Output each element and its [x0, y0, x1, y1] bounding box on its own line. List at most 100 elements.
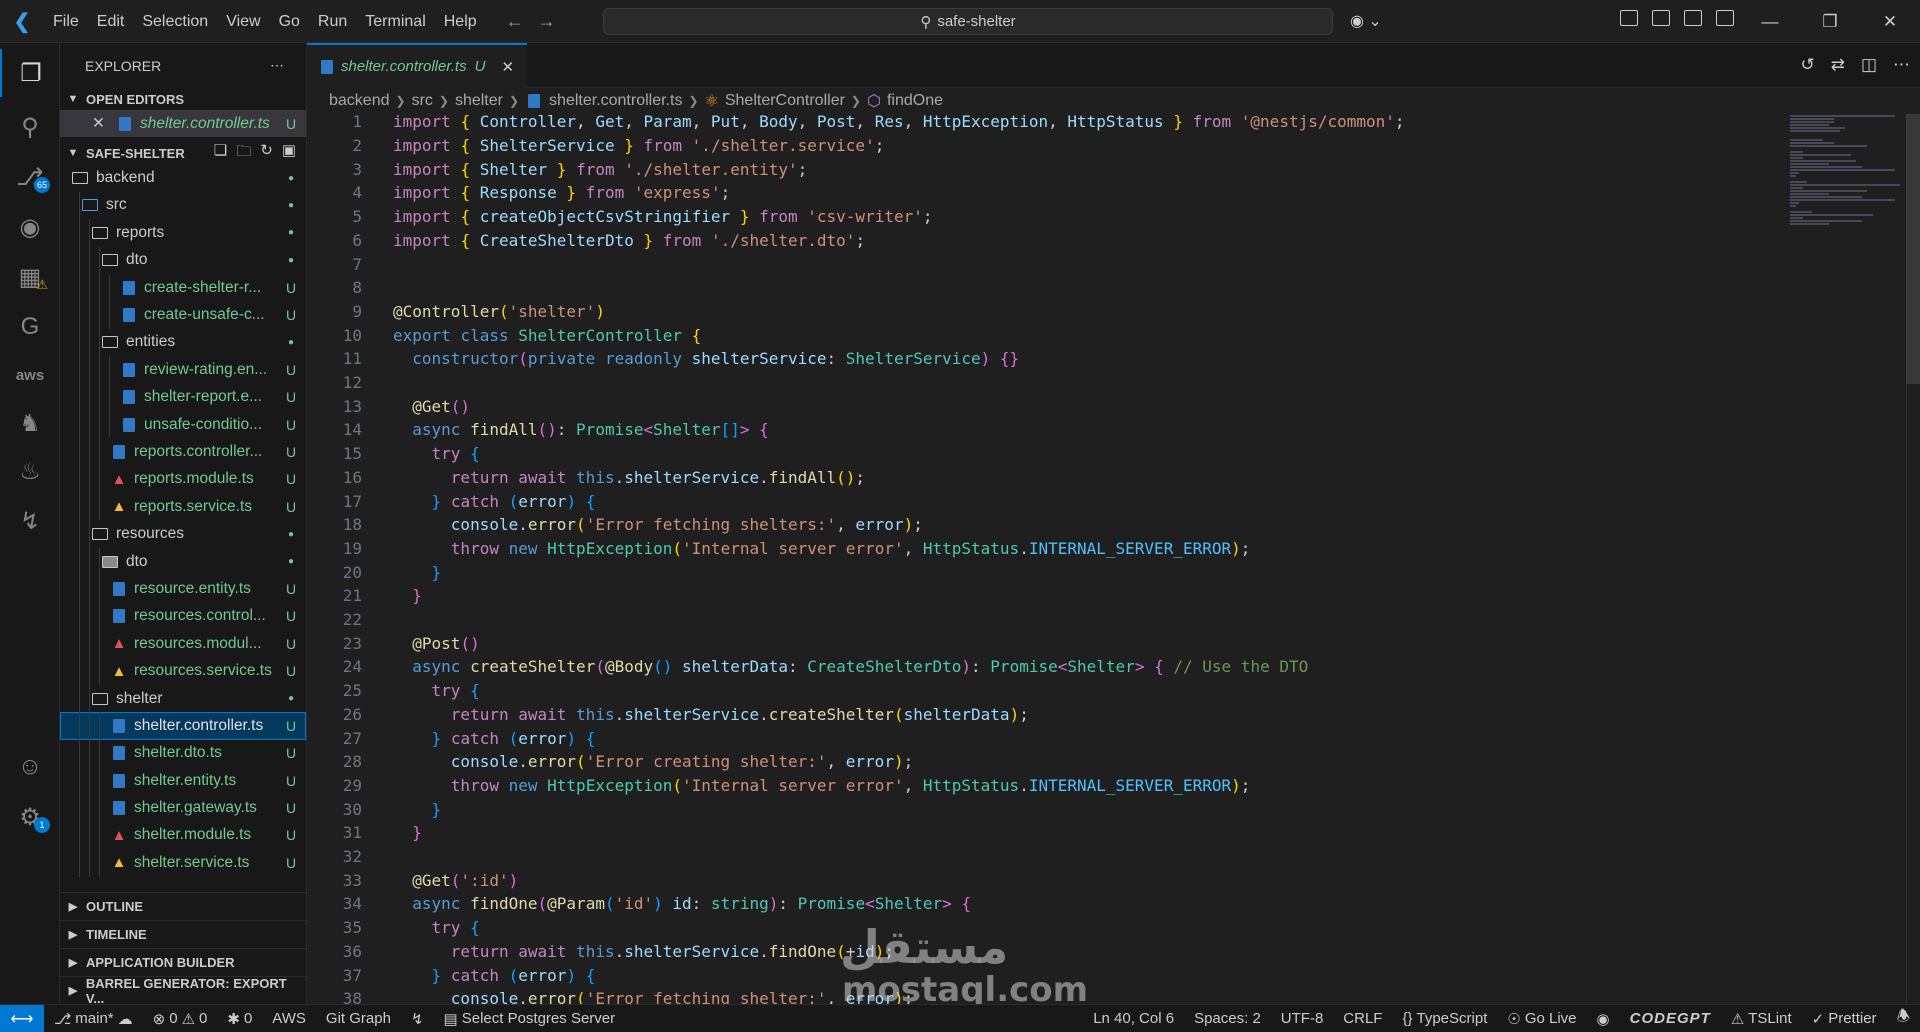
breadcrumb-method[interactable]: findOne — [887, 92, 943, 110]
application-builder-section[interactable]: ▶ APPLICATION BUILDER — [60, 948, 306, 976]
tree-item[interactable]: shelter.entity.ts U — [60, 766, 306, 795]
close-icon[interactable]: ✕ — [92, 114, 110, 133]
problems-status[interactable]: ⊗ 0 ⚠ 0 — [143, 1010, 218, 1028]
customize-layout-icon[interactable] — [1716, 10, 1734, 26]
open-editors-header[interactable]: ▼ OPEN EDITORS — [60, 88, 306, 110]
collapse-all-icon[interactable]: ▣ — [282, 141, 296, 166]
compare-changes-icon[interactable]: ⇄ — [1831, 55, 1845, 75]
postgres-icon[interactable]: ♞ — [0, 399, 60, 447]
ports-status[interactable]: ✱ 0 — [217, 1010, 262, 1028]
tree-item[interactable]: backend ● — [60, 164, 306, 191]
tslint-status[interactable]: ⚠ TSLint — [1721, 1006, 1802, 1031]
breadcrumb-file[interactable]: shelter.controller.ts — [549, 92, 682, 110]
breadcrumb-backend[interactable]: backend — [329, 92, 390, 110]
menu-file[interactable]: File — [44, 0, 88, 43]
code-editor[interactable]: 1 import { Controller, Get, Param, Put, B… — [307, 114, 1920, 1004]
toggle-secondary-sidebar-icon[interactable] — [1684, 10, 1702, 26]
prettier-status[interactable]: ✓ Prettier — [1802, 1006, 1887, 1031]
menu-view[interactable]: View — [217, 0, 269, 43]
tree-item[interactable]: create-unsafe-c... U — [60, 301, 306, 329]
tree-item[interactable]: shelter ● — [60, 684, 306, 713]
explorer-icon[interactable]: ❐ — [0, 49, 60, 97]
toggle-panel-icon[interactable] — [1652, 10, 1670, 26]
close-window-icon[interactable]: ✕ — [1860, 0, 1920, 43]
outline-section[interactable]: ▶ OUTLINE — [60, 892, 306, 920]
open-editor-item[interactable]: ✕ shelter.controller.ts U — [60, 110, 306, 138]
aws-status[interactable]: AWS — [262, 1010, 316, 1027]
more-actions-icon[interactable]: ⋯ — [270, 57, 284, 74]
aws-icon[interactable]: aws — [0, 351, 60, 399]
lightning-icon[interactable]: ↯ — [401, 1010, 434, 1028]
git-graph-status[interactable]: Git Graph — [316, 1010, 401, 1027]
menu-edit[interactable]: Edit — [88, 0, 134, 43]
indentation[interactable]: Spaces: 2 — [1184, 1006, 1271, 1031]
close-icon[interactable]: ✕ — [501, 58, 514, 76]
tree-item[interactable]: dto ● — [60, 246, 306, 274]
menu-go[interactable]: Go — [270, 0, 309, 43]
minimap[interactable] — [1790, 114, 1900, 284]
menu-run[interactable]: Run — [309, 0, 356, 43]
tree-item[interactable]: resources.control... U — [60, 602, 306, 631]
tree-item[interactable]: resource.entity.ts U — [60, 575, 306, 603]
tree-item[interactable]: ▲ shelter.module.ts U — [60, 821, 306, 850]
tree-item[interactable]: resources ● — [60, 520, 306, 548]
tree-item[interactable]: ▲ resources.modul... U — [60, 630, 306, 658]
copilot-status-icon[interactable]: ◉ — [1587, 1006, 1620, 1031]
scrollbar-thumb[interactable] — [1906, 114, 1920, 384]
new-folder-icon[interactable]: 🗀 — [236, 141, 251, 166]
genie-lamp-icon[interactable]: ♨ — [0, 447, 60, 495]
github-icon[interactable]: ◉ — [0, 203, 60, 251]
menu-terminal[interactable]: Terminal — [356, 0, 434, 43]
tree-item[interactable]: unsafe-conditio... U — [60, 410, 306, 439]
source-control-icon[interactable]: ⎇ 65 — [0, 153, 60, 201]
codegpt-status[interactable]: CODEGPT — [1620, 1006, 1721, 1031]
postgres-status[interactable]: ▤ Select Postgres Server — [434, 1010, 626, 1028]
tree-item[interactable]: reports ● — [60, 219, 306, 247]
end-of-line[interactable]: CRLF — [1333, 1006, 1392, 1031]
toggle-primary-sidebar-icon[interactable] — [1620, 10, 1638, 26]
tree-item[interactable]: src ● — [60, 191, 306, 220]
tree-item[interactable]: ▲ reports.module.ts U — [60, 465, 306, 494]
breadcrumb-class[interactable]: ShelterController — [725, 92, 845, 110]
back-arrow-icon[interactable]: ← — [506, 11, 524, 32]
split-editor-icon[interactable]: ◫ — [1861, 55, 1877, 75]
language-mode[interactable]: {} TypeScript — [1392, 1006, 1497, 1031]
tree-item[interactable]: review-rating.en... U — [60, 356, 306, 384]
copilot-icon[interactable]: ◉ ⌄ — [1350, 11, 1382, 31]
refresh-icon[interactable]: ↻ — [260, 141, 273, 166]
settings-gear-icon[interactable]: ⚙ 1 — [0, 793, 60, 841]
tree-item[interactable]: shelter.controller.ts U — [60, 712, 306, 740]
go-live[interactable]: ☉ Go Live — [1497, 1006, 1586, 1031]
tree-item[interactable]: shelter.gateway.ts U — [60, 794, 306, 822]
search-view-icon[interactable]: ⚲ — [0, 103, 60, 151]
notifications-bell-icon[interactable]: 🕭 — [1887, 1006, 1920, 1031]
minimize-icon[interactable]: — — [1740, 0, 1800, 43]
thunder-client-icon[interactable]: ↯ — [0, 497, 60, 545]
timeline-history-icon[interactable]: ↺ — [1800, 55, 1814, 75]
tree-item[interactable]: ▲ resources.service.ts U — [60, 657, 306, 685]
barrel-generator-section[interactable]: ▶ BARREL GENERATOR: EXPORT V... — [60, 976, 306, 1004]
menu-selection[interactable]: Selection — [133, 0, 217, 43]
branch-status[interactable]: ⎇ main* ☁ — [44, 1010, 143, 1028]
timeline-section[interactable]: ▶ TIMELINE — [60, 920, 306, 948]
encoding[interactable]: UTF-8 — [1271, 1006, 1334, 1031]
forward-arrow-icon[interactable]: → — [538, 11, 556, 32]
accounts-icon[interactable]: ☺ — [0, 743, 60, 791]
tab-shelter-controller[interactable]: shelter.controller.ts U ✕ — [307, 43, 527, 88]
breadcrumb-src[interactable]: src — [412, 92, 433, 110]
menu-help[interactable]: Help — [435, 0, 486, 43]
new-file-icon[interactable]: ❏ — [214, 141, 227, 166]
gitkraken-icon[interactable]: G — [0, 303, 60, 351]
tree-item[interactable]: ▲ shelter.service.ts U — [60, 849, 306, 877]
tree-item[interactable]: dto ● — [60, 547, 306, 576]
breadcrumb-shelter[interactable]: shelter — [455, 92, 503, 110]
tree-item[interactable]: ▲ reports.service.ts U — [60, 493, 306, 521]
tree-item[interactable]: reports.controller... U — [60, 438, 306, 466]
more-actions-icon[interactable]: ⋯ — [1893, 55, 1910, 75]
cursor-position[interactable]: Ln 40, Col 6 — [1083, 1006, 1184, 1031]
tree-item[interactable]: shelter-report.e... U — [60, 383, 306, 411]
tree-item[interactable]: create-shelter-r... U — [60, 273, 306, 302]
command-center-search[interactable]: ⚲ safe-shelter — [603, 8, 1333, 35]
tree-item[interactable]: shelter.dto.ts U — [60, 739, 306, 767]
remote-indicator-icon[interactable]: ⟷ — [0, 1004, 44, 1032]
